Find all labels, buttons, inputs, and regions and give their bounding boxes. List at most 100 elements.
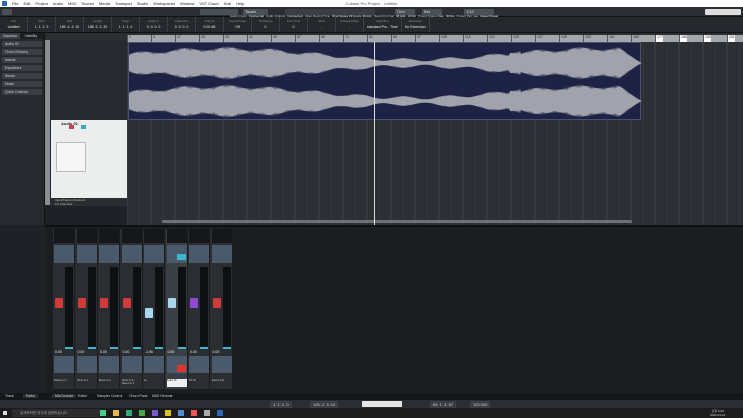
tempo-display[interactable]: 120.000 — [470, 401, 491, 408]
mixer-channel[interactable]: 0.00 Stereo In 1 — [53, 229, 75, 389]
fader-value[interactable]: 0.00 — [100, 350, 107, 354]
info-field[interactable]: Musical Mode - — [336, 17, 364, 32]
fader-value[interactable]: -1.90 — [145, 350, 153, 354]
channel-name[interactable]: Mono In 3 / Stereo In 2 — [122, 379, 142, 387]
inspector-section[interactable]: Quick Controls — [2, 89, 42, 95]
channel-bottom-buttons[interactable] — [76, 356, 97, 373]
info-value[interactable]: 0 — [283, 25, 304, 29]
channel-name[interactable]: Mono In 1 — [77, 379, 97, 387]
taskbar-search[interactable]: 검색하려면 여기에 입력하십시오. — [12, 409, 100, 417]
track-audio-01[interactable]: Audio 01 — [51, 120, 127, 198]
taskbar-app-icon[interactable] — [191, 410, 197, 416]
mixer-channel[interactable]: 0.00 Audio 01 — [165, 229, 188, 389]
channel-bottom-buttons[interactable] — [189, 356, 209, 373]
info-value[interactable]: Off — [227, 25, 248, 29]
channel-bottom-buttons[interactable] — [54, 356, 74, 373]
lower-tab[interactable]: MIDI Remote — [152, 394, 173, 398]
fader-handle[interactable] — [77, 298, 86, 309]
taskbar-app-icon[interactable] — [126, 410, 132, 416]
fx-channels-folder[interactable]: FX Channels — [51, 202, 127, 206]
info-value[interactable]: 189. 4. 3. 20 — [59, 25, 80, 29]
channel-name[interactable]: Stereo In 1 — [54, 379, 74, 387]
info-field[interactable]: File Untitled — [0, 17, 28, 32]
ruler[interactable]: 1 9 17 25 33 41 49 57 65 73 81 89 97 105 113 121 129 137 1… — [127, 35, 743, 42]
channel-buttons[interactable] — [121, 245, 142, 263]
taskbar-app-icon[interactable] — [178, 410, 184, 416]
lower-tab[interactable]: Editor — [78, 394, 87, 398]
channel-bottom-buttons[interactable] — [144, 356, 164, 373]
window-zone-buttons[interactable] — [705, 9, 741, 15]
fader-handle[interactable] — [212, 298, 221, 309]
layout-button[interactable] — [2, 9, 12, 15]
info-value[interactable]: 0. 0. 0. 0 — [143, 25, 164, 29]
lower-tab[interactable]: Sampler Control — [97, 394, 122, 398]
channel-buttons[interactable] — [144, 245, 164, 263]
fader-value[interactable]: 0.00 — [55, 350, 62, 354]
right-locator[interactable]: 126. 2. 3. 10 — [310, 401, 339, 408]
info-field[interactable]: Fine-Tune 0 — [280, 17, 308, 32]
record-enable-button[interactable] — [69, 125, 74, 129]
fader-handle[interactable] — [122, 298, 131, 309]
info-field[interactable]: Start 1. 1. 1. 0 — [28, 17, 56, 32]
info-value[interactable]: 0. 0. 0. 0 — [171, 25, 192, 29]
channel-bottom-buttons[interactable] — [211, 356, 232, 373]
mixer-channel[interactable]: 0.00 Stereo Out — [211, 229, 233, 389]
info-field[interactable]: Extension No Extension — [402, 17, 430, 32]
fader-handle[interactable] — [145, 308, 153, 318]
tab-inspector[interactable]: Inspector — [0, 33, 21, 39]
channel-buttons[interactable] — [189, 245, 209, 263]
channel-buttons[interactable] — [99, 245, 119, 263]
fader-value[interactable]: 0.00 — [78, 350, 85, 354]
monitor-button[interactable] — [176, 254, 186, 260]
mixer-channel[interactable]: 0.00 Mono In 2 — [98, 229, 120, 389]
lower-tab[interactable]: Chord Pads — [129, 394, 147, 398]
info-value[interactable]: 188. 3. 2. 20 — [87, 25, 108, 29]
windows-start-icon[interactable] — [3, 411, 7, 415]
audio-event[interactable] — [128, 42, 642, 120]
mixer-channel[interactable]: 0.00 FX 01 — [188, 229, 210, 389]
channel-name[interactable]: Mono In 2 — [99, 379, 119, 387]
taskbar-app-icon[interactable] — [217, 410, 223, 416]
play-controls[interactable] — [362, 401, 402, 407]
event-display[interactable] — [127, 42, 743, 225]
channel-name[interactable]: ex — [144, 379, 164, 387]
channel-name[interactable]: FX 01 — [189, 379, 209, 387]
taskbar-app-icon[interactable] — [139, 410, 145, 416]
lower-tab[interactable]: Editor — [23, 394, 39, 398]
info-value[interactable]: 1. 1. 1. 0 — [115, 25, 136, 29]
info-field[interactable]: Mute - — [308, 17, 336, 32]
record-button[interactable] — [176, 365, 186, 372]
info-value[interactable]: Untitled — [3, 25, 24, 29]
info-value[interactable]: - — [311, 25, 332, 29]
inspector-section[interactable]: Equalizers — [2, 65, 42, 71]
info-field[interactable]: Algorithm standard Pro - Time — [364, 17, 402, 32]
inspector-section[interactable]: Inserts — [2, 57, 42, 63]
channel-buttons[interactable] — [76, 245, 97, 263]
mixer-channel[interactable]: 0.00 Mono In 1 — [76, 229, 98, 389]
info-field[interactable]: End 189. 4. 3. 20 — [56, 17, 84, 32]
channel-name[interactable]: Stereo Out — [212, 379, 232, 387]
fader-value[interactable]: 0.00 — [168, 350, 175, 354]
monitor-button[interactable] — [81, 125, 86, 129]
inspector-section[interactable]: Sends — [2, 73, 42, 79]
info-value[interactable]: standard Pro - Time — [367, 25, 398, 29]
info-field[interactable]: Snap 1. 1. 1. 0 — [112, 17, 140, 32]
channel-bottom-buttons[interactable] — [99, 356, 119, 373]
taskbar-app-icon[interactable] — [100, 410, 106, 416]
info-value[interactable]: No Extension — [405, 25, 426, 29]
tab-visibility[interactable]: Visibility — [22, 33, 41, 39]
taskbar-app-icon[interactable] — [165, 410, 171, 416]
fader-handle[interactable] — [167, 298, 176, 309]
info-field[interactable]: Fade-Out 0. 0. 0. 0 — [168, 17, 196, 32]
fader-value[interactable]: 0.00 — [190, 350, 197, 354]
time-display[interactable]: 65. 1. 3. 67 — [430, 401, 457, 408]
fader-handle[interactable] — [100, 298, 108, 309]
lower-tab[interactable]: MixConsole — [52, 394, 77, 398]
mixer-channel[interactable]: 0.00 Mono In 3 / Stereo In 2 — [121, 229, 143, 389]
inspector-section[interactable]: Audio 01 — [2, 41, 42, 47]
taskbar-app-icon[interactable] — [152, 410, 158, 416]
project-cursor[interactable] — [374, 42, 375, 225]
channel-bottom-buttons[interactable] — [121, 356, 142, 373]
left-locator[interactable]: 1. 1. 1. 0 — [270, 401, 292, 408]
channel-buttons[interactable] — [211, 245, 232, 263]
